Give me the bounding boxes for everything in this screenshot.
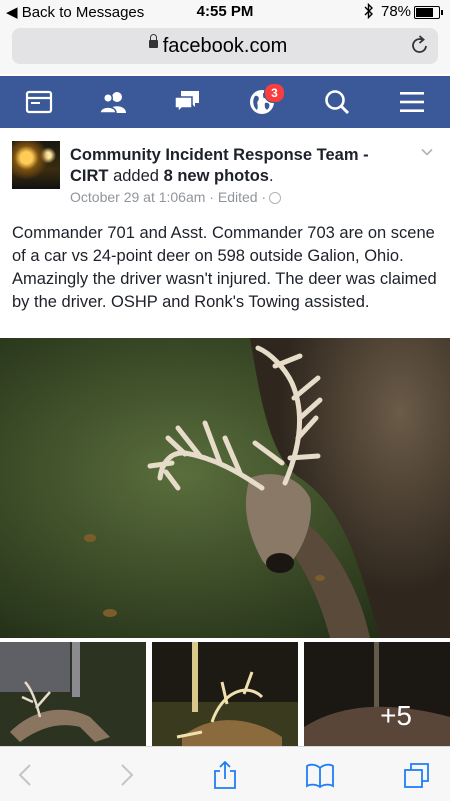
photo-thumbnail-more[interactable]: +5: [304, 642, 450, 746]
status-bar: ◀ Back to Messages 4:55 PM 78%: [0, 0, 450, 24]
post-date[interactable]: October 29 at 1:06am · Edited ·: [70, 189, 266, 205]
bookmarks-icon[interactable]: [306, 761, 334, 789]
photo-thumbnail[interactable]: [0, 642, 146, 746]
forward-arrow-icon[interactable]: [112, 761, 140, 789]
photo-thumbnail[interactable]: [152, 642, 298, 746]
post-header: Community Incident Response Team - CIRT …: [70, 145, 410, 187]
photo-count-link[interactable]: 8 new photos: [164, 167, 269, 185]
more-photos-count: +5: [380, 700, 412, 731]
deer-photo-illustration: [0, 338, 450, 638]
back-arrow-icon[interactable]: [12, 761, 40, 789]
messages-icon[interactable]: [172, 87, 202, 117]
tabs-icon[interactable]: [403, 761, 431, 789]
action-suffix: .: [268, 167, 274, 185]
bluetooth-icon: [364, 3, 373, 19]
post-meta: October 29 at 1:06am · Edited ·: [70, 189, 282, 205]
friends-icon[interactable]: [98, 87, 128, 117]
notification-badge: 3: [264, 83, 285, 103]
browser-address-area: facebook.com: [0, 24, 450, 74]
reload-icon[interactable]: [410, 34, 430, 56]
search-icon[interactable]: [322, 87, 352, 117]
url-text[interactable]: facebook.com: [12, 35, 438, 58]
battery-icon: [414, 6, 443, 19]
thumbnail-image: [152, 642, 298, 746]
main-photo[interactable]: [0, 338, 450, 638]
more-photos-overlay: +5: [304, 642, 450, 746]
news-feed-icon[interactable]: [24, 87, 54, 117]
public-globe-icon: [269, 192, 282, 204]
post-text: Commander 701 and Asst. Commander 703 ar…: [12, 224, 437, 311]
page-avatar[interactable]: [12, 141, 60, 189]
address-bar[interactable]: facebook.com: [12, 28, 438, 64]
browser-toolbar: [0, 746, 450, 801]
menu-icon[interactable]: [397, 87, 427, 117]
battery-percent: 78%: [381, 3, 412, 20]
thumbnail-image: [0, 642, 146, 746]
action-prefix: added: [108, 167, 164, 185]
share-icon[interactable]: [211, 761, 239, 789]
facebook-nav-bar: [0, 76, 450, 128]
chevron-down-icon[interactable]: [421, 146, 433, 158]
